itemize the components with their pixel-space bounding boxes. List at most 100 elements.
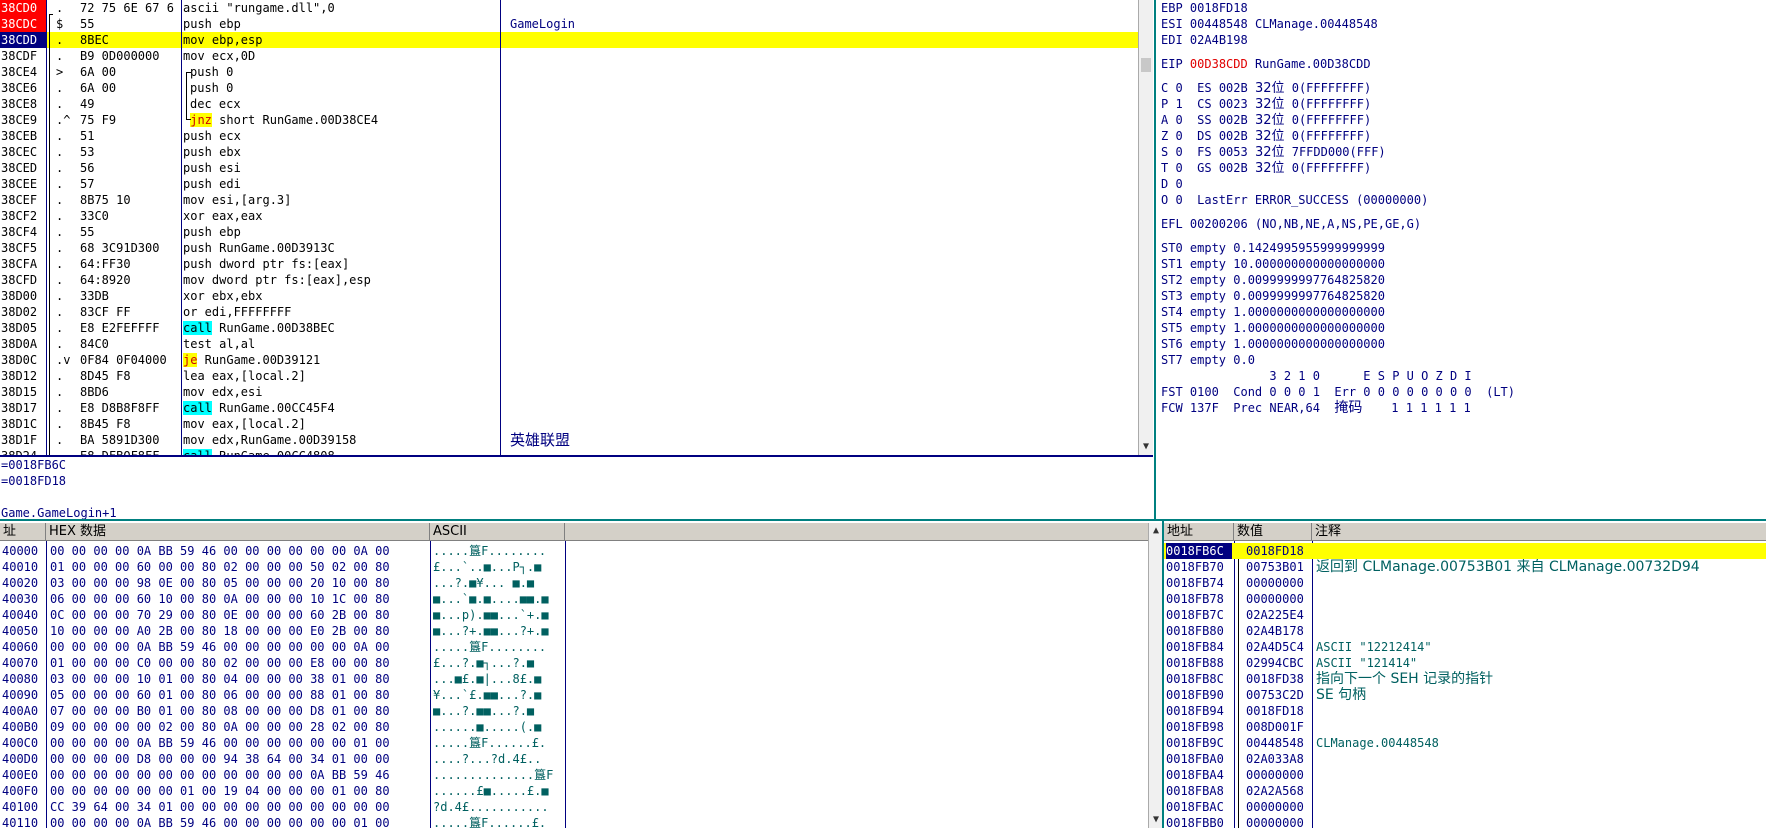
scroll-thumb[interactable] [1141, 58, 1151, 72]
dump-ascii[interactable]: ■...?.■■...?.■ [433, 703, 565, 719]
stack-address[interactable]: 0018FB74 [1166, 575, 1232, 591]
disasm-row[interactable]: 38D1C. 8B45 F8 mov eax,[local.2] [0, 416, 1140, 432]
dump-ascii[interactable]: ....?...?d.4£.. [433, 751, 565, 767]
stack-value[interactable]: 0018FD18 [1246, 543, 1312, 559]
stack-value[interactable]: 00448548 [1246, 735, 1312, 751]
dump-row[interactable]: 40030 06 00 00 00 60 10 00 80 0A 00 00 00… [0, 591, 1148, 607]
stack-row[interactable]: 0018FB84 02A4D5C4 ASCII "12212414" [1164, 639, 1766, 655]
disasm-address[interactable]: 38D12 [0, 368, 46, 384]
dump-hex[interactable]: 00 00 00 00 00 00 01 00 19 04 00 00 00 0… [50, 783, 430, 799]
stack-address[interactable]: 0018FB9C [1166, 735, 1232, 751]
stack-value[interactable]: 02A2A568 [1246, 783, 1312, 799]
dump-ascii[interactable]: £...`..■...P┐.■ [433, 559, 565, 575]
dump-address[interactable]: 400F0 [2, 783, 46, 799]
stack-address[interactable]: 0018FB88 [1166, 655, 1232, 671]
dump-row[interactable]: 40080 03 00 00 00 10 01 00 80 04 00 00 00… [0, 671, 1148, 687]
dump-ascii[interactable]: ■...?+.■■...?+.■ [433, 623, 565, 639]
disasm-row[interactable]: 38CE4 >6A 00 push 0 [0, 64, 1140, 80]
disasm-address[interactable]: 38CFA [0, 256, 46, 272]
stack-address[interactable]: 0018FB98 [1166, 719, 1232, 735]
stack-value[interactable]: 00000000 [1246, 815, 1312, 828]
disasm-row[interactable]: 38CD0. 72 75 6E 67 6 ascii "rungame.dll",0 [0, 0, 1140, 16]
dump-row[interactable]: 400E0 00 00 00 00 00 00 00 00 00 00 00 00… [0, 767, 1148, 783]
dump-hex[interactable]: 01 00 00 00 60 00 00 80 02 00 00 00 50 0… [50, 559, 430, 575]
scroll-down-icon[interactable]: ▼ [1149, 814, 1163, 826]
stack-row[interactable]: 0018FB78 00000000 [1164, 591, 1766, 607]
dump-vscroll[interactable]: ▲ ▼ [1148, 523, 1163, 828]
dump-address[interactable]: 40080 [2, 671, 46, 687]
dump-hex[interactable]: 09 00 00 00 00 02 00 80 0A 00 00 00 28 0… [50, 719, 430, 735]
disasm-instruction[interactable]: push 0 [183, 64, 506, 80]
flag[interactable]: S 0 [1161, 145, 1183, 159]
dump-address[interactable]: 40110 [2, 815, 46, 828]
hex-dump-pane[interactable]: 址 HEX 数据 ASCII 40000 00 00 00 00 0A BB 59… [0, 523, 1148, 828]
flag[interactable]: T 0 [1161, 161, 1183, 175]
stack-address[interactable]: 0018FB80 [1166, 623, 1232, 639]
dump-hex[interactable]: 00 00 00 00 0A BB 59 46 00 00 00 00 00 0… [50, 543, 430, 559]
stack-value[interactable]: 02994CBC [1246, 655, 1312, 671]
stack-row[interactable]: 0018FB8C 0018FD38 指向下一个 SEH 记录的指针 [1164, 671, 1766, 687]
disasm-instruction[interactable]: call RunGame.00CC45F4 [183, 400, 499, 416]
dump-header-address[interactable]: 址 [0, 523, 46, 541]
stack-value[interactable]: 02A225E4 [1246, 607, 1312, 623]
register-row[interactable]: EDI 02A4B198 [1161, 32, 1766, 48]
disasm-address[interactable]: 38CD0 [0, 0, 46, 16]
dump-row[interactable]: 400A0 07 00 00 00 B0 01 00 80 08 00 00 00… [0, 703, 1148, 719]
disasm-address[interactable]: 38CE8 [0, 96, 46, 112]
segment-row[interactable]: Z 0 DS 002B 32位 0(FFFFFFFF) [1161, 128, 1766, 144]
disasm-address[interactable]: 38CE9 [0, 112, 46, 128]
disasm-row[interactable]: 38D17. E8 D8B8F8FF call RunGame.00CC45F4 [0, 400, 1140, 416]
stack-row[interactable]: 0018FB7C 02A225E4 [1164, 607, 1766, 623]
disasm-address[interactable]: 38D1F [0, 432, 46, 448]
disasm-instruction[interactable]: ascii "rungame.dll",0 [183, 0, 499, 16]
disasm-instruction[interactable]: push ebp [183, 224, 499, 240]
disasm-address[interactable]: 38CDF [0, 48, 46, 64]
stack-address[interactable]: 0018FBA0 [1166, 751, 1232, 767]
dump-address[interactable]: 40090 [2, 687, 46, 703]
stack-value[interactable]: 008D001F [1246, 719, 1312, 735]
dump-row[interactable]: 40020 03 00 00 00 98 0E 00 80 05 00 00 00… [0, 575, 1148, 591]
stack-address[interactable]: 0018FB90 [1166, 687, 1232, 703]
eflags[interactable]: EFL 00200206 (NO,NB,NE,A,NS,PE,GE,G) [1161, 216, 1766, 232]
disasm-instruction[interactable]: or edi,FFFFFFFF [183, 304, 499, 320]
disasm-address[interactable]: 38CF5 [0, 240, 46, 256]
register-row[interactable]: EBP 0018FD18 [1161, 0, 1766, 16]
disasm-instruction[interactable]: push ebp [183, 16, 499, 32]
disasm-row[interactable]: 38CF4. 55 push ebp [0, 224, 1140, 240]
dump-hex[interactable]: 05 00 00 00 60 01 00 80 06 00 00 00 88 0… [50, 687, 430, 703]
dump-header-hex[interactable]: HEX 数据 [46, 523, 430, 541]
fpu-register[interactable]: ST2 empty 0.0099999997764825820 [1161, 272, 1766, 288]
register-value-eip[interactable]: 00D38CDD [1190, 57, 1248, 71]
flag[interactable]: P 1 [1161, 97, 1183, 111]
dump-address[interactable]: 40100 [2, 799, 46, 815]
disasm-row[interactable]: 38D12. 8D45 F8 lea eax,[local.2] [0, 368, 1140, 384]
dump-row[interactable]: 400D0 00 00 00 00 D8 00 00 00 94 38 64 00… [0, 751, 1148, 767]
disasm-address[interactable]: 38CEE [0, 176, 46, 192]
fst-row[interactable]: FST 0100 Cond 0 0 0 1 Err 0 0 0 0 0 0 0 … [1161, 384, 1766, 400]
segment-row[interactable]: P 1 CS 0023 32位 0(FFFFFFFF) [1161, 96, 1766, 112]
dump-row[interactable]: 40090 05 00 00 00 60 01 00 80 06 00 00 00… [0, 687, 1148, 703]
stack-value[interactable]: 00000000 [1246, 591, 1312, 607]
dump-ascii[interactable]: .....簋F........ [433, 639, 565, 655]
stack-address[interactable]: 0018FBA4 [1166, 767, 1232, 783]
dump-hex[interactable]: CC 39 64 00 34 01 00 00 00 00 00 00 00 0… [50, 799, 430, 815]
dump-hex[interactable]: 00 00 00 00 0A BB 59 46 00 00 00 00 00 0… [50, 735, 430, 751]
dump-address[interactable]: 40020 [2, 575, 46, 591]
dump-row[interactable]: 40050 10 00 00 00 A0 2B 00 80 18 00 00 00… [0, 623, 1148, 639]
stack-address[interactable]: 0018FB70 [1166, 559, 1232, 575]
stack-row[interactable]: 0018FBA0 02A033A8 [1164, 751, 1766, 767]
dump-ascii[interactable]: ......£■.....£.■ [433, 783, 565, 799]
stack-header-comment[interactable]: 注释 [1312, 523, 1766, 541]
fpu-register[interactable]: ST5 empty 1.0000000000000000000 [1161, 320, 1766, 336]
registers-pane[interactable]: EBP 0018FD18 ESI 00448548 CLManage.00448… [1158, 0, 1766, 519]
dump-ascii[interactable]: .....簋F......£. [433, 735, 565, 751]
stack-value[interactable]: 02A4B178 [1246, 623, 1312, 639]
dump-hex[interactable]: 00 00 00 00 00 00 00 00 00 00 00 00 0A B… [50, 767, 430, 783]
dump-hex[interactable]: 03 00 00 00 98 0E 00 80 05 00 00 00 20 1… [50, 575, 430, 591]
flag[interactable]: D 0 [1161, 177, 1183, 191]
disasm-vscroll[interactable]: ▼ [1138, 0, 1153, 455]
stack-value[interactable]: 00753C2D [1246, 687, 1312, 703]
disasm-instruction[interactable]: dec ecx [183, 96, 506, 112]
dump-address[interactable]: 400E0 [2, 767, 46, 783]
disasm-address[interactable]: 38D0C [0, 352, 46, 368]
